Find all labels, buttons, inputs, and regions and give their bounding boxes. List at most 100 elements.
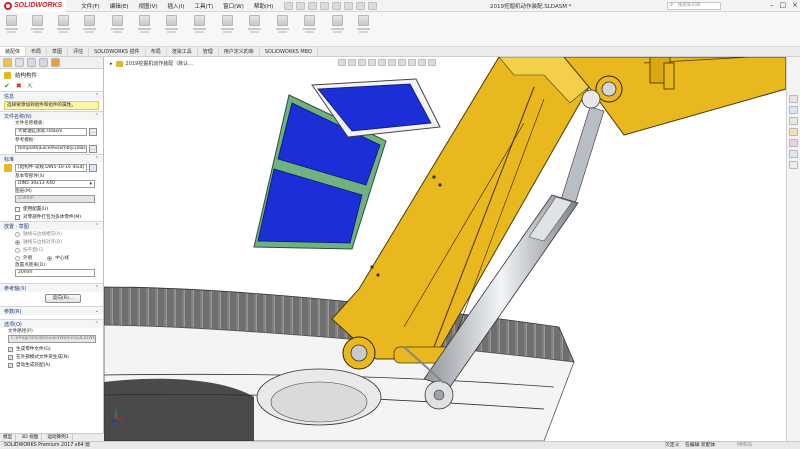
std-select[interactable]: DIN5 30x13 X40 <box>15 180 95 188</box>
file-path-field[interactable]: C:\ProgramData\SolidWorks\SOLIDWOR <box>8 335 96 343</box>
select-icon[interactable] <box>344 1 354 10</box>
reference-geometry-tool[interactable] <box>247 15 262 33</box>
section-options[interactable]: 选项(O) ⌃ <box>0 319 103 328</box>
design-library-icon[interactable] <box>789 106 798 114</box>
gen-part-checkbox[interactable]: ✓ 生成零件文件(G) <box>0 345 103 353</box>
menu-tools[interactable]: 工具(T) <box>189 2 218 10</box>
undo-icon[interactable] <box>332 1 342 10</box>
exploded-view-tool[interactable] <box>330 15 345 33</box>
tab-evaluate[interactable]: 评估 <box>68 47 90 56</box>
placement-radio-2[interactable]: 轴线与边线对齐(B) <box>0 238 103 246</box>
appearances-icon[interactable] <box>789 139 798 147</box>
scene-icon[interactable] <box>418 59 426 66</box>
new-file-icon[interactable] <box>284 1 294 10</box>
tab-sketch[interactable]: 草图 <box>47 47 69 56</box>
new-motion-study-tool[interactable] <box>275 15 290 33</box>
minimize-button[interactable]: – <box>770 1 774 9</box>
component-preview-tool[interactable] <box>82 15 97 33</box>
graphics-area[interactable]: ▸ 2019挖掘机动作装配（默认... <box>104 57 786 441</box>
length-field[interactable]: 20mm <box>15 269 95 277</box>
smart-fasteners-tool[interactable] <box>137 15 152 33</box>
linear-pattern-tool[interactable] <box>110 15 125 33</box>
file-explorer-icon[interactable] <box>789 117 798 125</box>
ok-check-icon[interactable]: ✔ <box>4 82 10 90</box>
options-icon[interactable] <box>368 1 378 10</box>
assembly-features-tool[interactable] <box>220 15 235 33</box>
pin-icon[interactable]: ⇱ <box>28 83 33 90</box>
tab-mbd[interactable]: SOLIDWORKS MBD <box>260 47 318 56</box>
display-style-icon[interactable] <box>388 59 396 66</box>
solidworks-resources-icon[interactable] <box>789 95 798 103</box>
mate-tool[interactable] <box>56 15 71 33</box>
view-palette-icon[interactable] <box>789 128 798 136</box>
edit-appearance-icon[interactable] <box>408 59 416 66</box>
insert-component-tool[interactable] <box>30 15 45 33</box>
display-manager-icon[interactable] <box>51 58 60 67</box>
gen-external-checkbox[interactable]: ✓ 在外部模式文件夹生成(N) <box>0 353 103 361</box>
reverse-button[interactable]: 反向(R)... <box>45 294 81 303</box>
instant3d-tool[interactable] <box>356 15 371 33</box>
solidworks-logo[interactable]: SOLIDWORKS <box>0 0 67 12</box>
move-component-tool[interactable] <box>164 15 179 33</box>
section-placement[interactable]: 放置 · 草图 ⌃ <box>0 221 103 230</box>
auto-assembly-checkbox[interactable]: ✓ 自动生成装配(A) <box>0 361 103 369</box>
browse-button[interactable]: … <box>89 128 97 136</box>
section-standard[interactable]: 标准 ⌃ <box>0 154 103 163</box>
hide-show-icon[interactable] <box>398 59 406 66</box>
tab-model[interactable]: 模型 <box>0 434 17 441</box>
open-file-icon[interactable] <box>296 1 306 10</box>
view-settings-icon[interactable] <box>428 59 436 66</box>
close-button[interactable]: × <box>792 1 798 9</box>
placement-radio-3[interactable]: 按平面(C) <box>0 246 103 254</box>
tab-layout-2[interactable]: 布局 <box>146 47 167 56</box>
section-view-icon[interactable] <box>368 59 376 66</box>
zoom-fit-icon[interactable] <box>338 59 346 66</box>
edit-component-tool[interactable] <box>4 15 19 33</box>
tab-manage[interactable]: 管理 <box>198 47 219 56</box>
status-units[interactable]: MMGS <box>737 442 752 449</box>
tab-render-tools[interactable]: 渲染工具 <box>167 47 198 56</box>
section-message[interactable]: 信息 ⌃ <box>0 91 103 100</box>
template-field[interactable]: 大臂油缸测试.sldasm <box>15 128 87 136</box>
menu-edit[interactable]: 编辑(E) <box>105 2 134 10</box>
section-reference[interactable]: 参考轴(X) ⌃ <box>0 283 103 292</box>
print-icon[interactable] <box>320 1 330 10</box>
maximize-button[interactable]: □ <box>780 1 787 9</box>
configuration-manager-icon[interactable] <box>27 58 36 67</box>
tab-motion-study[interactable]: 运动算例1 <box>44 434 73 441</box>
save-icon[interactable] <box>308 1 318 10</box>
profile-select-button[interactable] <box>89 164 97 172</box>
rebuild-icon[interactable] <box>356 1 366 10</box>
zoom-area-icon[interactable] <box>348 59 356 66</box>
search-input[interactable]: 搜索知识库 <box>667 2 721 10</box>
tab-assembly[interactable]: 装配体 <box>0 47 27 56</box>
menu-view[interactable]: 视图(V) <box>133 2 162 10</box>
feature-tree-icon[interactable] <box>3 58 12 67</box>
show-hidden-tool[interactable] <box>192 15 207 33</box>
menu-insert[interactable]: 插入(I) <box>163 2 190 10</box>
tab-3d-views[interactable]: 3D 视图 <box>18 434 43 441</box>
excavator-model[interactable] <box>104 57 786 441</box>
custom-properties-icon[interactable] <box>789 150 798 158</box>
dimxpert-icon[interactable] <box>39 58 48 67</box>
feature-tree-flyout[interactable]: ▸ 2019挖掘机动作装配（默认... <box>110 60 193 67</box>
centerline-radio[interactable]: 中心线 <box>32 254 69 262</box>
material-field[interactable]: 2.9mm <box>15 195 95 203</box>
use-config-checkbox[interactable]: 使用配置(U) <box>0 205 103 213</box>
section-file[interactable]: 文件名称(N) ⌃ <box>0 111 103 120</box>
profile-field[interactable]: [结构件-常规 DIN5-10-16 dout] <box>15 164 87 172</box>
property-manager-icon[interactable] <box>15 58 24 67</box>
menu-window[interactable]: 窗口(W) <box>218 2 249 10</box>
tab-addins[interactable]: SOLIDWORKS 插件 <box>89 47 146 56</box>
forum-icon[interactable] <box>789 161 798 169</box>
cancel-x-icon[interactable]: ✖ <box>16 82 22 90</box>
outside-radio[interactable]: 外侧 <box>0 254 32 262</box>
tab-layout[interactable]: 布局 <box>26 47 48 56</box>
browse-button[interactable]: … <box>89 145 97 153</box>
view-orientation-icon[interactable] <box>378 59 386 66</box>
menu-file[interactable]: 文件(F) <box>76 2 104 10</box>
menu-help[interactable]: 帮助(H) <box>249 2 278 10</box>
bill-of-materials-tool[interactable] <box>302 15 317 33</box>
placement-radio-1[interactable]: 轴线与边线相交(A) <box>0 230 103 238</box>
pack-multibody-checkbox[interactable]: 对零部件打包为多体零件(M) <box>0 213 103 221</box>
